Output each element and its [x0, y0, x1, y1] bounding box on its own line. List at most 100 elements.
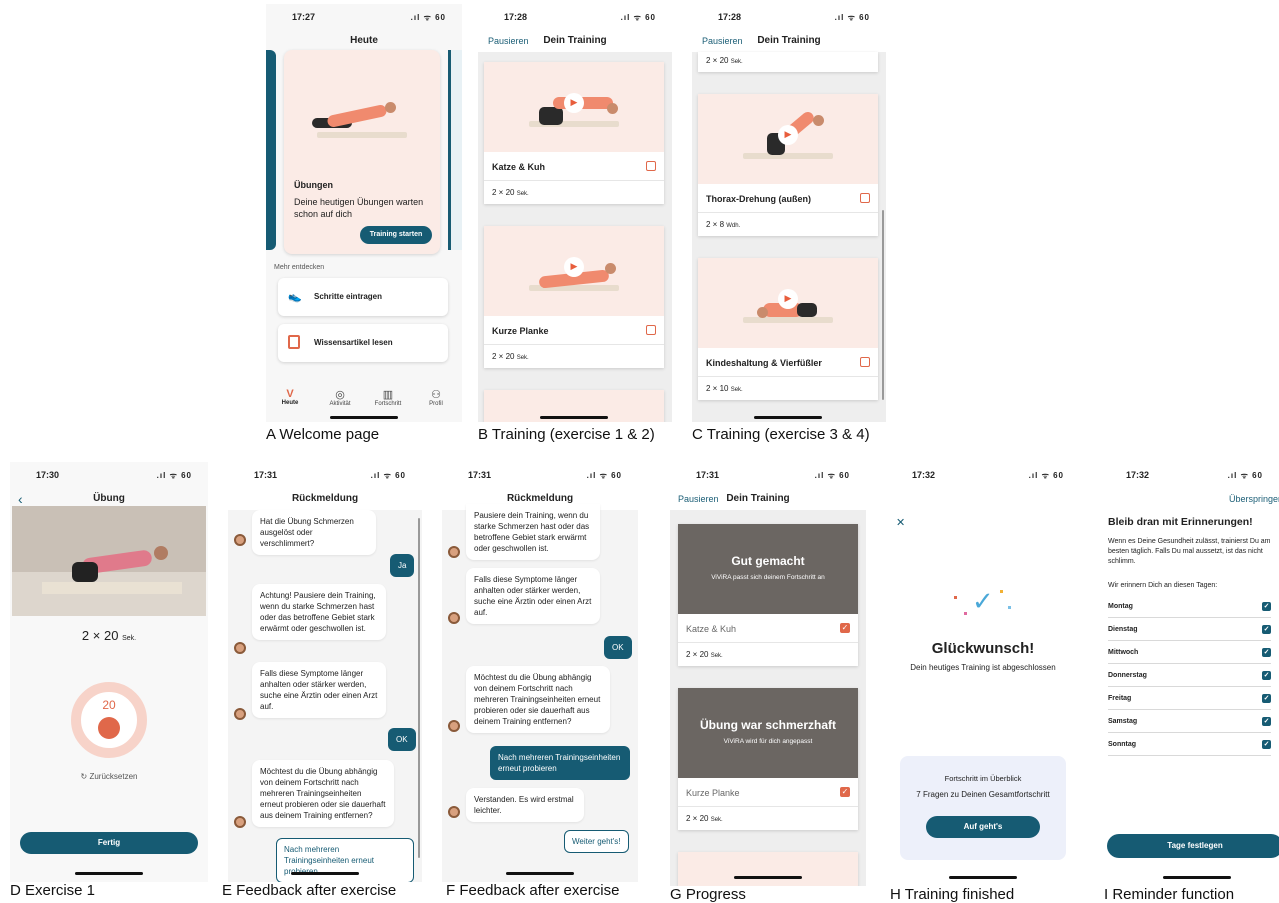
overlay-title: Gut gemacht [731, 554, 805, 568]
exercise-card[interactable]: Übungen Deine heutigen Übungen warten sc… [284, 50, 440, 254]
tab-fortschritt[interactable]: ▥ Fortschritt [368, 388, 408, 407]
pause-button[interactable]: Pausieren [702, 30, 743, 52]
exercise-checkbox[interactable] [646, 161, 656, 171]
play-icon[interactable]: ▶ [564, 92, 584, 113]
day-row-samstag[interactable]: Samstag ✓ [1108, 711, 1271, 733]
exercise-video[interactable] [12, 506, 206, 616]
scrollbar[interactable] [882, 210, 884, 400]
done-button[interactable]: Fertig [20, 832, 198, 854]
user-reply: Nach mehreren Trainingseinheiten erneut … [490, 746, 630, 780]
v-logo-icon: V [286, 388, 294, 400]
exercise-card[interactable]: ▶ Thorax-Drehung (außen) 2 × 8 Wdh. [698, 94, 878, 236]
checkbox-checked[interactable]: ✓ [1262, 671, 1271, 680]
pause-button[interactable]: Pausieren [488, 30, 529, 52]
status-bar: 17:32 .ıl ᯤ 60 [886, 462, 1080, 488]
page-title: Dein Training [757, 35, 821, 46]
set-days-button[interactable]: Tage festlegen [1107, 834, 1279, 858]
checkbox-checked[interactable]: ✓ [1262, 740, 1271, 749]
start-survey-button[interactable]: Auf geht's [926, 816, 1040, 838]
exercise-checkbox-checked[interactable]: ✓ [840, 623, 850, 633]
carousel-next-card[interactable] [448, 50, 462, 250]
screen-finished: 17:32 .ıl ᯤ 60 ✕ ✓ Glückwunsch! Dein heut… [886, 462, 1080, 886]
exercise-checkbox[interactable] [860, 357, 870, 367]
tab-aktivitaet[interactable]: ◎ Aktivität [320, 388, 360, 407]
day-row-donnerstag[interactable]: Donnerstag ✓ [1108, 665, 1271, 687]
day-row-dienstag[interactable]: Dienstag ✓ [1108, 619, 1271, 641]
checkbox-checked[interactable]: ✓ [1262, 648, 1271, 657]
coach-avatar [234, 708, 246, 720]
start-training-button[interactable]: Training starten [360, 226, 432, 244]
shoe-icon: 👟 [288, 291, 302, 303]
page-title: Übung [93, 493, 125, 504]
reset-button[interactable]: ↻ Zurücksetzen [10, 772, 208, 781]
close-icon[interactable]: ✕ [896, 516, 905, 529]
exercise-card-partial[interactable]: 2 × 20 Sek. [698, 52, 878, 72]
exercise-card[interactable]: ▶ Kindeshaltung & Vierfüßler 2 × 10 Sek. [698, 258, 878, 400]
page-title: Heute [350, 35, 378, 46]
scrollbar[interactable] [418, 518, 420, 858]
caption-a: A Welcome page [266, 426, 380, 443]
status-bar: 17:31 .ıl ᯤ 60 [442, 462, 638, 488]
exercise-checkbox[interactable] [646, 325, 656, 335]
exercise-card-partial[interactable] [678, 852, 858, 886]
chart-icon: ▥ [382, 389, 394, 401]
exercise-card[interactable]: Gut gemacht ViViRA passt sich deinem For… [678, 524, 858, 666]
exercise-title: Kurze Planke [686, 788, 740, 798]
home-indicator [540, 416, 608, 419]
tab-heute[interactable]: V Heute [270, 388, 310, 406]
status-bar: 17:27 .ıl ᯤ 60 [266, 4, 462, 30]
exercise-reps: 2 × 20 Sek. [492, 188, 529, 197]
next-button[interactable]: Weiter geht's! [564, 830, 629, 853]
screen-welcome: 17:27 .ıl ᯤ 60 Heute Übungen Deine heutig… [266, 4, 462, 422]
person-icon: ⚇ [431, 389, 441, 401]
caption-f: F Feedback after exercise [446, 882, 620, 899]
reminder-title: Bleib dran mit Erinnerungen! [1108, 516, 1253, 528]
exercise-reps: 2 × 20 Sek. [686, 814, 723, 823]
article-link[interactable]: Wissensartikel lesen [278, 324, 448, 362]
option-button[interactable]: Nach mehreren Trainingseinheiten erneut … [276, 838, 414, 882]
card-heading: Übungen [294, 180, 333, 190]
checkbox-checked[interactable]: ✓ [1262, 694, 1271, 703]
chat-bubble: Möchtest du die Übung abhängig von deine… [252, 760, 394, 827]
checkbox-checked[interactable]: ✓ [1262, 717, 1271, 726]
home-indicator [330, 416, 398, 419]
exercise-checkbox-checked[interactable]: ✓ [840, 787, 850, 797]
exercise-checkbox[interactable] [860, 193, 870, 203]
screen-training-1: 17:28 .ıl ᯤ 60 Pausieren Dein Training ▶ K… [478, 4, 672, 422]
screen-exercise: 17:30 .ıl ᯤ 60 ‹ Übung 2 × 20 Sek. 20 ↻ Zu… [10, 462, 208, 882]
chat-bubble: Pausiere dein Training, wenn du starke S… [466, 504, 600, 560]
exercise-card[interactable]: Übung war schmerzhaft ViViRA wird für di… [678, 688, 858, 830]
coach-avatar [234, 534, 246, 546]
exercise-title: Kurze Planke [492, 326, 549, 336]
exercise-card[interactable]: ▶ Katze & Kuh 2 × 20 Sek. [484, 62, 664, 204]
day-row-freitag[interactable]: Freitag ✓ [1108, 688, 1271, 710]
reset-icon: ↻ [80, 772, 88, 781]
play-icon[interactable]: ▶ [778, 288, 798, 309]
progress-overview-box: Fortschritt im Überblick 7 Fragen zu Dei… [900, 756, 1066, 860]
exercise-reps: 2 × 20 Sek. [686, 650, 723, 659]
box-text: 7 Fragen zu Deinen Gesamtfortschritt [916, 790, 1050, 799]
exercise-reps: 2 × 20 Sek. [81, 628, 137, 643]
day-row-mittwoch[interactable]: Mittwoch ✓ [1108, 642, 1271, 664]
checkbox-checked[interactable]: ✓ [1262, 625, 1271, 634]
exercise-title: Katze & Kuh [492, 162, 546, 172]
coach-avatar [234, 642, 246, 654]
carousel-prev-card[interactable] [266, 50, 276, 250]
play-icon[interactable]: ▶ [564, 256, 584, 277]
checkbox-checked[interactable]: ✓ [1262, 602, 1271, 611]
chat-bubble: Falls diese Symptome länger anhalten ode… [252, 662, 386, 718]
status-bar: 17:28 .ıl ᯤ 60 [478, 4, 672, 30]
nav-bar: Pausieren Dein Training [670, 488, 866, 510]
play-icon[interactable]: ▶ [778, 124, 798, 145]
tab-profil[interactable]: ⚇ Profil [416, 388, 456, 407]
card-text: Deine heutigen Übungen warten schon auf … [294, 197, 424, 219]
day-row-montag[interactable]: Montag ✓ [1108, 596, 1271, 618]
exercise-card[interactable]: ▶ Kurze Planke 2 × 20 Sek. [484, 226, 664, 368]
play-icon[interactable] [98, 717, 120, 739]
skip-button[interactable]: Überspringen [1229, 488, 1279, 510]
pause-button[interactable]: Pausieren [678, 488, 719, 510]
home-indicator [754, 416, 822, 419]
steps-link[interactable]: 👟 Schritte eintragen [278, 278, 448, 316]
caption-d: D Exercise 1 [10, 882, 96, 899]
day-row-sonntag[interactable]: Sonntag ✓ [1108, 734, 1271, 756]
